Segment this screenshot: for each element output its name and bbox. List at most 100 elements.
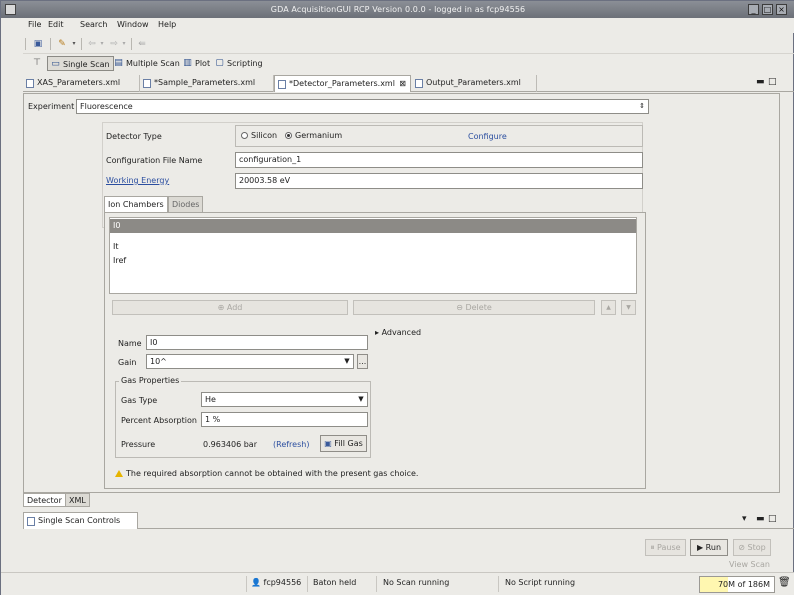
- warning-message: The required absorption cannot be obtain…: [115, 469, 418, 478]
- main-toolbar: ▣ ✎ ▾ ⇦ ▾ ⇨ ▾ ⇚: [23, 34, 794, 54]
- menu-edit[interactable]: Edit: [48, 20, 64, 29]
- working-energy-link[interactable]: Working Energy: [106, 176, 169, 185]
- perspective-label: Multiple Scan: [126, 59, 180, 68]
- config-file-label: Configuration File Name: [106, 156, 203, 165]
- status-separator: [307, 576, 308, 592]
- close-tab-icon[interactable]: ⊠: [399, 76, 406, 92]
- perspective-plot[interactable]: ▥ Plot: [180, 56, 213, 71]
- experiment-type-select[interactable]: Fluorescence ⇕: [76, 99, 649, 114]
- tab-label: XAS_Parameters.xml: [37, 78, 121, 87]
- advanced-expander[interactable]: ▸ Advanced: [375, 328, 421, 337]
- warning-text: The required absorption cannot be obtain…: [126, 469, 419, 478]
- menu-search[interactable]: Search: [80, 20, 107, 29]
- fill-gas-button[interactable]: ▣ Fill Gas: [320, 435, 367, 452]
- app-menu-icon[interactable]: [5, 4, 16, 15]
- menu-help[interactable]: Help: [158, 20, 176, 29]
- open-perspective-icon[interactable]: ⊤: [30, 56, 44, 70]
- title-bar[interactable]: GDA AcquisitionGUI RCP Version 0.0.0 - l…: [1, 1, 794, 18]
- chevron-down-icon[interactable]: ▾: [67, 37, 81, 51]
- tab-detector-parameters[interactable]: *Detector_Parameters.xml ⊠: [274, 75, 411, 92]
- move-up-button[interactable]: ▲: [601, 300, 616, 315]
- menu-file[interactable]: File: [28, 20, 41, 29]
- tab-ion-chambers[interactable]: Ion Chambers: [104, 196, 168, 212]
- gain-value: 10^: [150, 357, 167, 366]
- status-separator: [498, 576, 499, 592]
- perspective-scripting[interactable]: ▢ Scripting: [212, 56, 266, 71]
- minimize-view-icon[interactable]: ▬: [756, 77, 765, 87]
- working-energy-input[interactable]: 20003.58 eV: [235, 173, 643, 189]
- minimize-button[interactable]: _: [748, 4, 759, 15]
- tab-detector[interactable]: Detector: [23, 493, 66, 507]
- list-item[interactable]: It: [110, 240, 119, 254]
- add-button[interactable]: ⊕ Add: [112, 300, 348, 315]
- gas-properties-group: Gas Properties Gas Type He ▼ Percent Abs…: [115, 376, 371, 458]
- tab-output-parameters[interactable]: Output_Parameters.xml: [412, 75, 537, 92]
- list-item[interactable]: I0: [110, 219, 636, 233]
- view-menu-icon[interactable]: ▾: [742, 514, 747, 524]
- gain-more-button[interactable]: ...: [357, 354, 368, 369]
- stop-label: Stop: [747, 543, 766, 552]
- run-button[interactable]: ▶ Run: [690, 539, 728, 556]
- maximize-view-icon[interactable]: □: [768, 77, 777, 87]
- detector-parameters-editor: Experiment Type Fluorescence ⇕ Detector …: [23, 93, 780, 493]
- pause-label: Pause: [657, 543, 681, 552]
- radio-label: Germanium: [295, 131, 343, 140]
- minimize-view-icon[interactable]: ▬: [756, 514, 765, 524]
- stop-icon: ⊘: [738, 543, 748, 552]
- perspective-multiple-scan[interactable]: ▤ Multiple Scan: [111, 56, 183, 71]
- configure-link[interactable]: Configure: [468, 132, 507, 141]
- ion-chamber-list[interactable]: I0 It Iref: [109, 217, 637, 294]
- heap-text: 70M of 186M: [717, 580, 770, 589]
- toolbar-separator: [50, 38, 51, 50]
- tab-xas-parameters[interactable]: XAS_Parameters.xml: [23, 75, 140, 92]
- delete-button-label: Delete: [465, 303, 492, 312]
- config-file-input[interactable]: configuration_1: [235, 152, 643, 168]
- status-scan: No Scan running: [383, 578, 450, 587]
- pressure-label: Pressure: [121, 440, 156, 449]
- toolbar-separator: [81, 38, 82, 50]
- silicon-radio[interactable]: Silicon: [241, 131, 277, 140]
- view-scan-label[interactable]: View Scan: [729, 560, 770, 569]
- list-item[interactable]: Iref: [110, 254, 126, 268]
- name-input[interactable]: I0: [146, 335, 368, 350]
- advanced-label: Advanced: [381, 328, 422, 337]
- detector-type-group: Silicon Germanium Configure: [235, 125, 643, 147]
- move-down-button[interactable]: ▼: [621, 300, 636, 315]
- heap-status[interactable]: 70M of 186M: [699, 576, 775, 593]
- garbage-collect-icon[interactable]: 🗑: [778, 577, 791, 588]
- scripting-icon: ▢: [215, 58, 224, 68]
- germanium-radio[interactable]: Germanium: [285, 131, 342, 140]
- tab-xml[interactable]: XML: [65, 493, 90, 507]
- detector-type-label: Detector Type: [106, 132, 162, 141]
- perspective-single-scan[interactable]: ▭ Single Scan: [47, 56, 114, 71]
- radio-selected-icon: [285, 132, 292, 139]
- tab-sample-parameters[interactable]: *Sample_Parameters.xml: [140, 75, 274, 92]
- gas-type-select[interactable]: He ▼: [201, 392, 368, 407]
- run-label: Run: [705, 543, 722, 552]
- close-button[interactable]: ×: [776, 4, 787, 15]
- tab-label: Output_Parameters.xml: [426, 78, 521, 87]
- percent-absorption-input[interactable]: 1 %: [201, 412, 368, 427]
- xml-file-icon: [278, 80, 286, 89]
- warning-icon: [115, 470, 123, 477]
- application-window: GDA AcquisitionGUI RCP Version 0.0.0 - l…: [0, 0, 794, 595]
- delete-button[interactable]: ⊖ Delete: [353, 300, 595, 315]
- gain-select[interactable]: 10^ ▼: [146, 354, 354, 369]
- tab-label: *Detector_Parameters.xml: [289, 79, 395, 88]
- fill-gas-label: Fill Gas: [334, 439, 363, 448]
- save-icon[interactable]: ▣: [31, 37, 45, 51]
- menu-window[interactable]: Window: [117, 20, 149, 29]
- tab-diodes[interactable]: Diodes: [168, 196, 204, 212]
- add-button-label: Add: [226, 303, 243, 312]
- pause-button[interactable]: ⏸ Pause: [645, 539, 686, 556]
- gas-type-value: He: [205, 395, 216, 404]
- maximize-view-icon[interactable]: □: [768, 514, 777, 524]
- chevron-down-icon[interactable]: ▾: [117, 37, 131, 51]
- maximize-button[interactable]: □: [762, 4, 773, 15]
- refresh-link[interactable]: (Refresh): [273, 440, 309, 449]
- stop-button[interactable]: ⊘ Stop: [733, 539, 771, 556]
- tab-single-scan-controls[interactable]: Single Scan Controls: [23, 512, 138, 529]
- last-edit-icon[interactable]: ⇚: [135, 37, 149, 51]
- toolbar-separator: [25, 38, 26, 50]
- single-scan-controls-panel: ⏸ Pause ▶ Run ⊘ Stop View Scan: [23, 530, 794, 570]
